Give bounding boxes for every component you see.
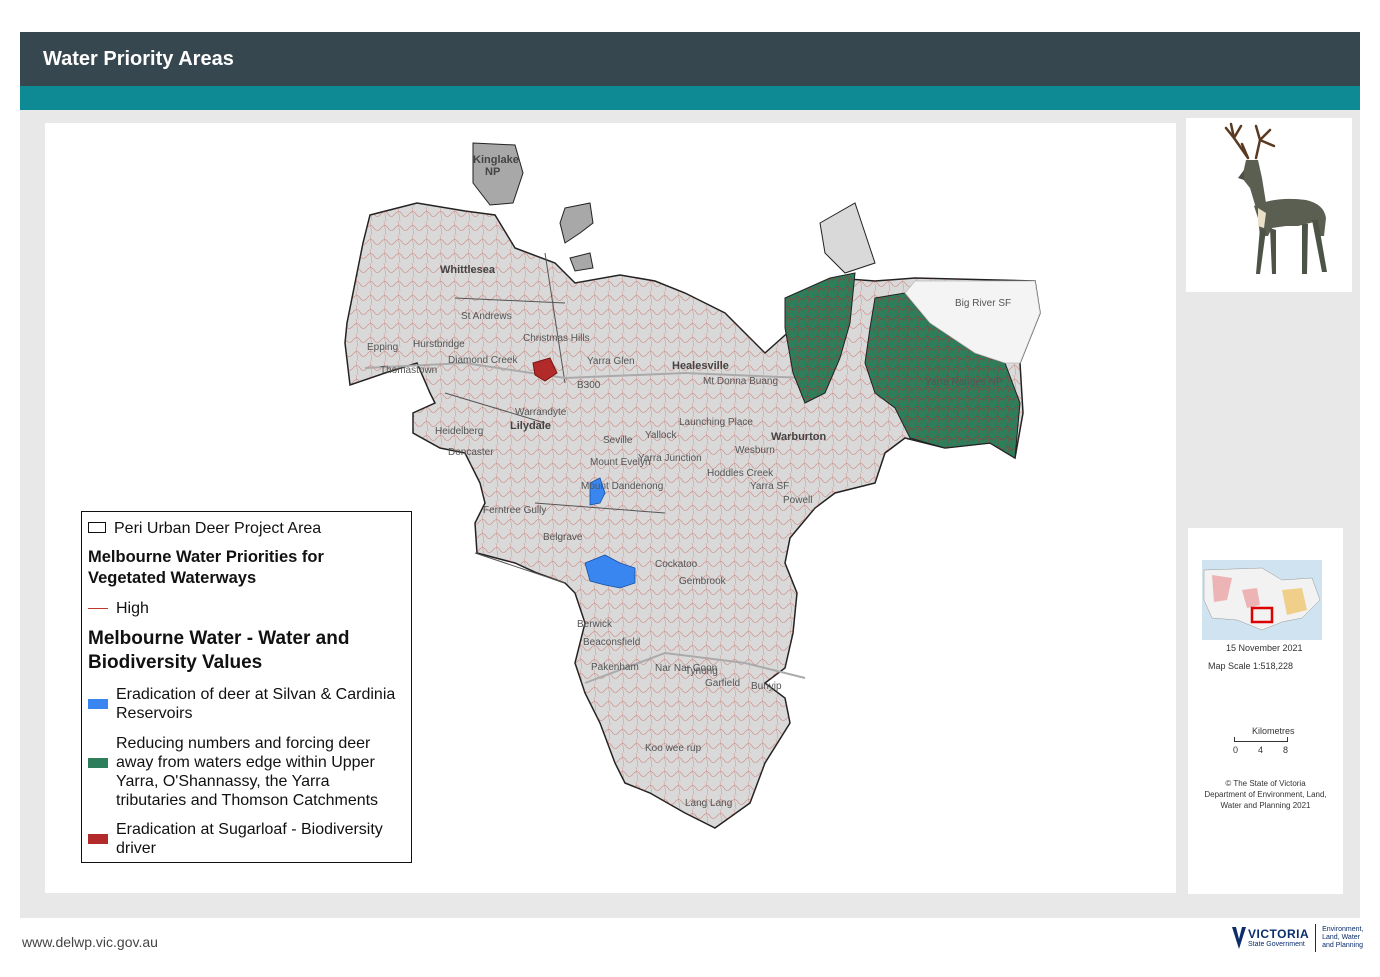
legend-high: High [88, 599, 149, 618]
legend-high-label: High [116, 600, 149, 617]
copyright-line1: © The State of Victoria [1225, 779, 1306, 788]
label-diamond-creek: Diamond Creek [448, 355, 518, 366]
header-bar: Water Priority Areas [20, 32, 1360, 86]
label-ferntree-gully: Ferntree Gully [483, 505, 546, 516]
legend-section1-title: Melbourne Water Priorities for Vegetated… [88, 548, 324, 587]
label-koo-wee-rup: Koo wee rup [645, 743, 702, 754]
label-b300: B300 [577, 380, 601, 391]
locator-map [1202, 560, 1322, 640]
label-epping: Epping [367, 342, 398, 353]
label-garfield: Garfield [705, 678, 740, 689]
label-bunyip: Bunyip [751, 681, 782, 692]
label-big-river-sf: Big River SF [955, 298, 1011, 309]
label-yarra-ranges-np: Yarra Ranges NP [925, 377, 1003, 388]
label-powelltown: Powell [783, 495, 812, 506]
deer-image-panel [1186, 118, 1352, 292]
label-warrandyte: Warrandyte [515, 407, 567, 418]
label-mount-dandenong: Mount Dandenong [581, 481, 663, 492]
page-title: Water Priority Areas [43, 48, 234, 70]
dept-line1: Environment, [1322, 926, 1364, 933]
legend-project-area: Peri Urban Deer Project Area [88, 519, 321, 538]
legend-item-upper-yarra-label: Reducing numbers and forcing deer away f… [116, 735, 379, 809]
label-kinglake: Kinglake [473, 154, 519, 166]
label-np: NP [485, 166, 500, 178]
deer-icon [1224, 122, 1327, 274]
upper-yarra-swatch [88, 758, 108, 768]
label-yarra-junction: Yarra Junction [638, 453, 702, 464]
label-cockatoo: Cockatoo [655, 559, 698, 570]
scale-tick-0: 0 [1233, 745, 1239, 755]
label-beaconsfield: Beaconsfield [583, 637, 640, 648]
scalebar-label: Kilometres [1252, 726, 1295, 736]
silvan-swatch [88, 699, 108, 709]
label-lang-lang: Lang Lang [685, 798, 732, 809]
victoria-logo-sub: State Government [1248, 941, 1305, 948]
dept-line3: and Planning [1322, 942, 1363, 949]
label-yarra-sf: Yarra SF [750, 481, 789, 492]
scale-tick-8: 8 [1283, 745, 1289, 755]
map-date: 15 November 2021 [1226, 643, 1303, 653]
copyright-line3: Water and Planning 2021 [1220, 801, 1311, 810]
legend-item-silvan-label: Eradication of deer at Silvan & Cardinia… [116, 686, 396, 722]
map-legend: Peri Urban Deer Project Area Melbourne W… [81, 511, 412, 863]
label-doncaster: Doncaster [448, 447, 494, 458]
legend-item-sugarloaf-label: Eradication at Sugarloaf - Biodiversity … [116, 821, 383, 857]
victoria-logo: VICTORIA State Government Environment, L… [1232, 924, 1363, 952]
label-yarra-glen: Yarra Glen [587, 356, 635, 367]
legend-section2-title: Melbourne Water - Water and Biodiversity… [88, 628, 350, 673]
label-yallock: Yallock [645, 430, 677, 441]
dept-line2: Land, Water [1322, 934, 1360, 941]
logo-divider [1315, 924, 1317, 952]
project-area-swatch [88, 522, 106, 533]
label-thomastown: Thomastown [380, 365, 437, 376]
label-mt-donna-buang: Mt Donna Buang [703, 376, 778, 387]
label-healesville: Healesville [672, 360, 729, 372]
legend-item-sugarloaf: Eradication at Sugarloaf - Biodiversity … [88, 820, 398, 858]
label-hurstbridge: Hurstbridge [413, 339, 465, 350]
legend-item-upper-yarra: Reducing numbers and forcing deer away f… [88, 734, 398, 810]
victoria-v-icon [1232, 927, 1246, 949]
label-whittlesea: Whittlesea [440, 264, 496, 276]
label-seville: Seville [603, 435, 633, 446]
grey-fragment-area [559, 202, 594, 272]
label-christmas-hills: Christmas Hills [523, 333, 590, 344]
map-scale: Map Scale 1:518,228 [1208, 661, 1294, 671]
label-heidelberg: Heidelberg [435, 426, 483, 437]
copyright-line2: Department of Environment, Land, [1204, 790, 1327, 799]
info-panel: 15 November 2021 Map Scale 1:518,228 Kil… [1188, 528, 1343, 894]
victoria-logo-word: VICTORIA [1248, 927, 1310, 941]
label-hoddles-creek: Hoddles Creek [707, 468, 774, 479]
label-st-andrews: St Andrews [461, 311, 512, 322]
label-gembrook: Gembrook [679, 576, 727, 587]
accent-bar [20, 86, 1360, 110]
legend-project-area-label: Peri Urban Deer Project Area [114, 520, 322, 537]
grey-fragment-area-2 [819, 202, 876, 274]
label-lilydale: Lilydale [510, 420, 551, 432]
scale-tick-4: 4 [1258, 745, 1264, 755]
sugarloaf-swatch [88, 834, 108, 844]
label-pakenham: Pakenham [591, 662, 639, 673]
legend-item-silvan: Eradication of deer at Silvan & Cardinia… [88, 685, 398, 723]
label-warburton: Warburton [771, 431, 826, 443]
waterway-line-swatch [88, 608, 108, 609]
label-berwick: Berwick [577, 619, 613, 630]
label-tynong: Tynong [685, 666, 718, 677]
scale-bar [1234, 737, 1288, 742]
label-belgrave: Belgrave [543, 532, 583, 543]
footer-url-link[interactable]: www.delwp.vic.gov.au [22, 934, 158, 950]
label-wesburn: Wesburn [735, 445, 775, 456]
label-launching-place: Launching Place [679, 417, 753, 428]
